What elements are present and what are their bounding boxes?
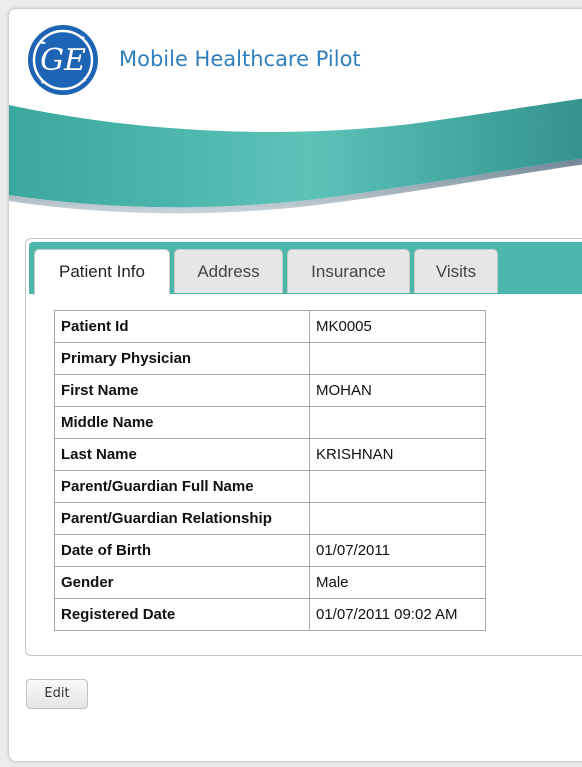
field-label: Date of Birth bbox=[54, 534, 310, 567]
table-row: Gender Male bbox=[54, 566, 486, 599]
app-title: Mobile Healthcare Pilot bbox=[119, 47, 361, 71]
field-value: Male bbox=[309, 566, 486, 599]
field-value bbox=[309, 406, 486, 439]
field-value bbox=[309, 502, 486, 535]
table-row: Patient Id MK0005 bbox=[54, 310, 486, 343]
table-row: Parent/Guardian Relationship bbox=[54, 502, 486, 535]
field-value: KRISHNAN bbox=[309, 438, 486, 471]
table-row: Middle Name bbox=[54, 406, 486, 439]
field-label: Gender bbox=[54, 566, 310, 599]
table-row: Registered Date 01/07/2011 09:02 AM bbox=[54, 598, 486, 631]
field-label: Patient Id bbox=[54, 310, 310, 343]
ge-logo: GE bbox=[28, 25, 98, 95]
logo-text: GE bbox=[40, 43, 86, 78]
field-label: Primary Physician bbox=[54, 342, 310, 375]
table-row: Parent/Guardian Full Name bbox=[54, 470, 486, 503]
patient-panel: Patient Info Address Insurance Visits Pa… bbox=[25, 238, 582, 656]
tab-visits[interactable]: Visits bbox=[414, 249, 498, 293]
table-row: Date of Birth 01/07/2011 bbox=[54, 534, 486, 567]
table-row: Last Name KRISHNAN bbox=[54, 438, 486, 471]
tab-insurance[interactable]: Insurance bbox=[287, 249, 410, 293]
field-value: MOHAN bbox=[309, 374, 486, 407]
tab-patient-info[interactable]: Patient Info bbox=[34, 249, 170, 295]
tab-address[interactable]: Address bbox=[174, 249, 283, 293]
field-label: Registered Date bbox=[54, 598, 310, 631]
patient-info-table: Patient Id MK0005 Primary Physician Firs… bbox=[54, 310, 486, 631]
field-value bbox=[309, 470, 486, 503]
table-row: Primary Physician bbox=[54, 342, 486, 375]
table-row: First Name MOHAN bbox=[54, 374, 486, 407]
header-wave-banner bbox=[9, 98, 582, 214]
field-value bbox=[309, 342, 486, 375]
field-value: 01/07/2011 09:02 AM bbox=[309, 598, 486, 631]
field-label: First Name bbox=[54, 374, 310, 407]
field-label: Parent/Guardian Relationship bbox=[54, 502, 310, 535]
field-value: MK0005 bbox=[309, 310, 486, 343]
tab-bar: Patient Info Address Insurance Visits bbox=[29, 242, 582, 295]
field-label: Parent/Guardian Full Name bbox=[54, 470, 310, 503]
edit-button[interactable]: Edit bbox=[26, 679, 88, 709]
page: GE Mobile Healthcare Pilot Patient Info … bbox=[8, 8, 582, 762]
field-label: Last Name bbox=[54, 438, 310, 471]
field-label: Middle Name bbox=[54, 406, 310, 439]
field-value: 01/07/2011 bbox=[309, 534, 486, 567]
